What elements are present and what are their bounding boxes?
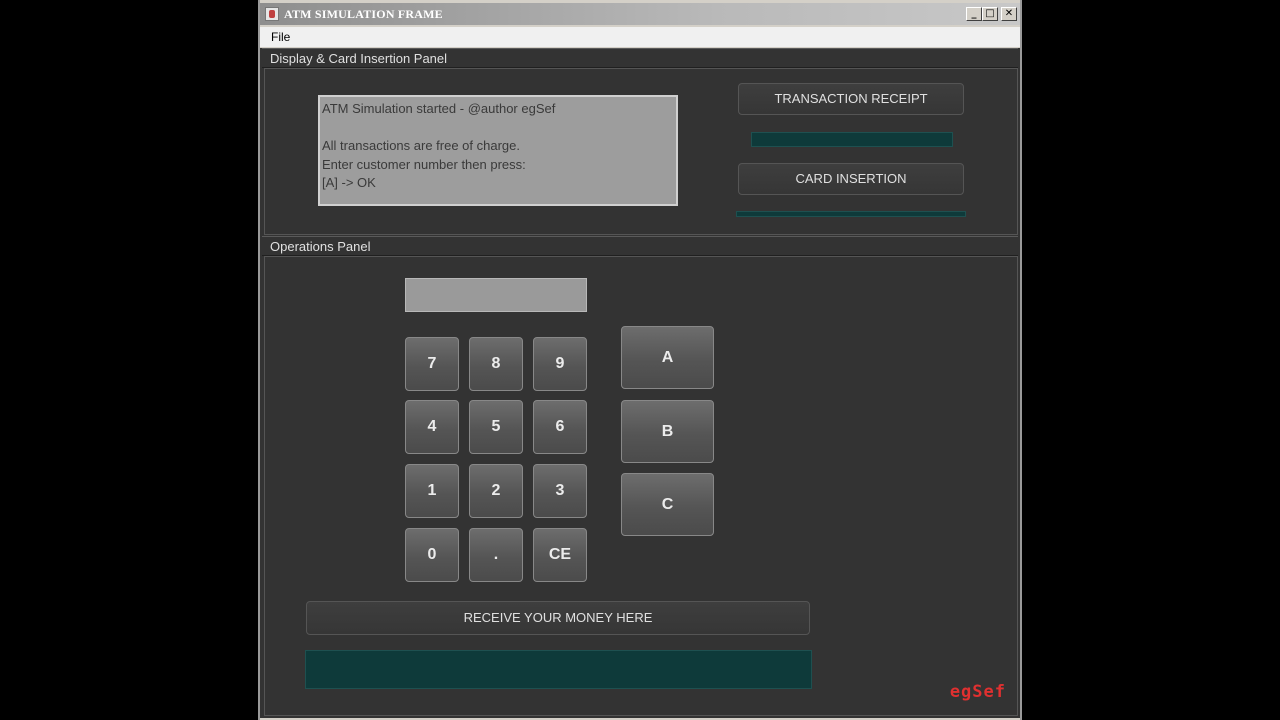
card-slot — [736, 211, 966, 217]
key-c[interactable]: C — [621, 473, 714, 536]
key-a[interactable]: A — [621, 326, 714, 389]
key-5[interactable]: 5 — [469, 400, 523, 454]
title-bar[interactable]: ATM SIMULATION FRAME _ □ ✕ — [260, 3, 1020, 25]
menu-file[interactable]: File — [271, 30, 290, 44]
receipt-slot — [751, 132, 953, 147]
card-insertion-button[interactable]: CARD INSERTION — [738, 163, 964, 195]
content-area: Display & Card Insertion Panel ATM Simul… — [260, 48, 1020, 718]
key-0[interactable]: 0 — [405, 528, 459, 582]
money-slot — [305, 650, 812, 689]
menu-bar: File — [260, 27, 1020, 47]
key-clear-entry[interactable]: CE — [533, 528, 587, 582]
key-4[interactable]: 4 — [405, 400, 459, 454]
key-1[interactable]: 1 — [405, 464, 459, 518]
key-8[interactable]: 8 — [469, 337, 523, 391]
key-9[interactable]: 9 — [533, 337, 587, 391]
brand-logo: egSef — [949, 682, 1006, 702]
atm-window: ATM SIMULATION FRAME _ □ ✕ File Display … — [258, 0, 1022, 720]
key-7[interactable]: 7 — [405, 337, 459, 391]
maximize-button[interactable]: □ — [982, 7, 998, 21]
operations-panel-title: Operations Panel — [262, 236, 1018, 256]
amount-input[interactable] — [405, 278, 587, 312]
receive-money-button[interactable]: RECEIVE YOUR MONEY HERE — [306, 601, 810, 635]
atm-display-screen: ATM Simulation started - @author egSef A… — [318, 95, 678, 206]
window-title: ATM SIMULATION FRAME — [284, 7, 443, 21]
key-b[interactable]: B — [621, 400, 714, 463]
key-2[interactable]: 2 — [469, 464, 523, 518]
close-button[interactable]: ✕ — [1001, 7, 1017, 21]
display-panel-title: Display & Card Insertion Panel — [262, 48, 1018, 68]
transaction-receipt-button[interactable]: TRANSACTION RECEIPT — [738, 83, 964, 115]
key-6[interactable]: 6 — [533, 400, 587, 454]
java-app-icon — [265, 7, 279, 21]
minimize-button[interactable]: _ — [966, 7, 982, 21]
key-decimal[interactable]: . — [469, 528, 523, 582]
key-3[interactable]: 3 — [533, 464, 587, 518]
